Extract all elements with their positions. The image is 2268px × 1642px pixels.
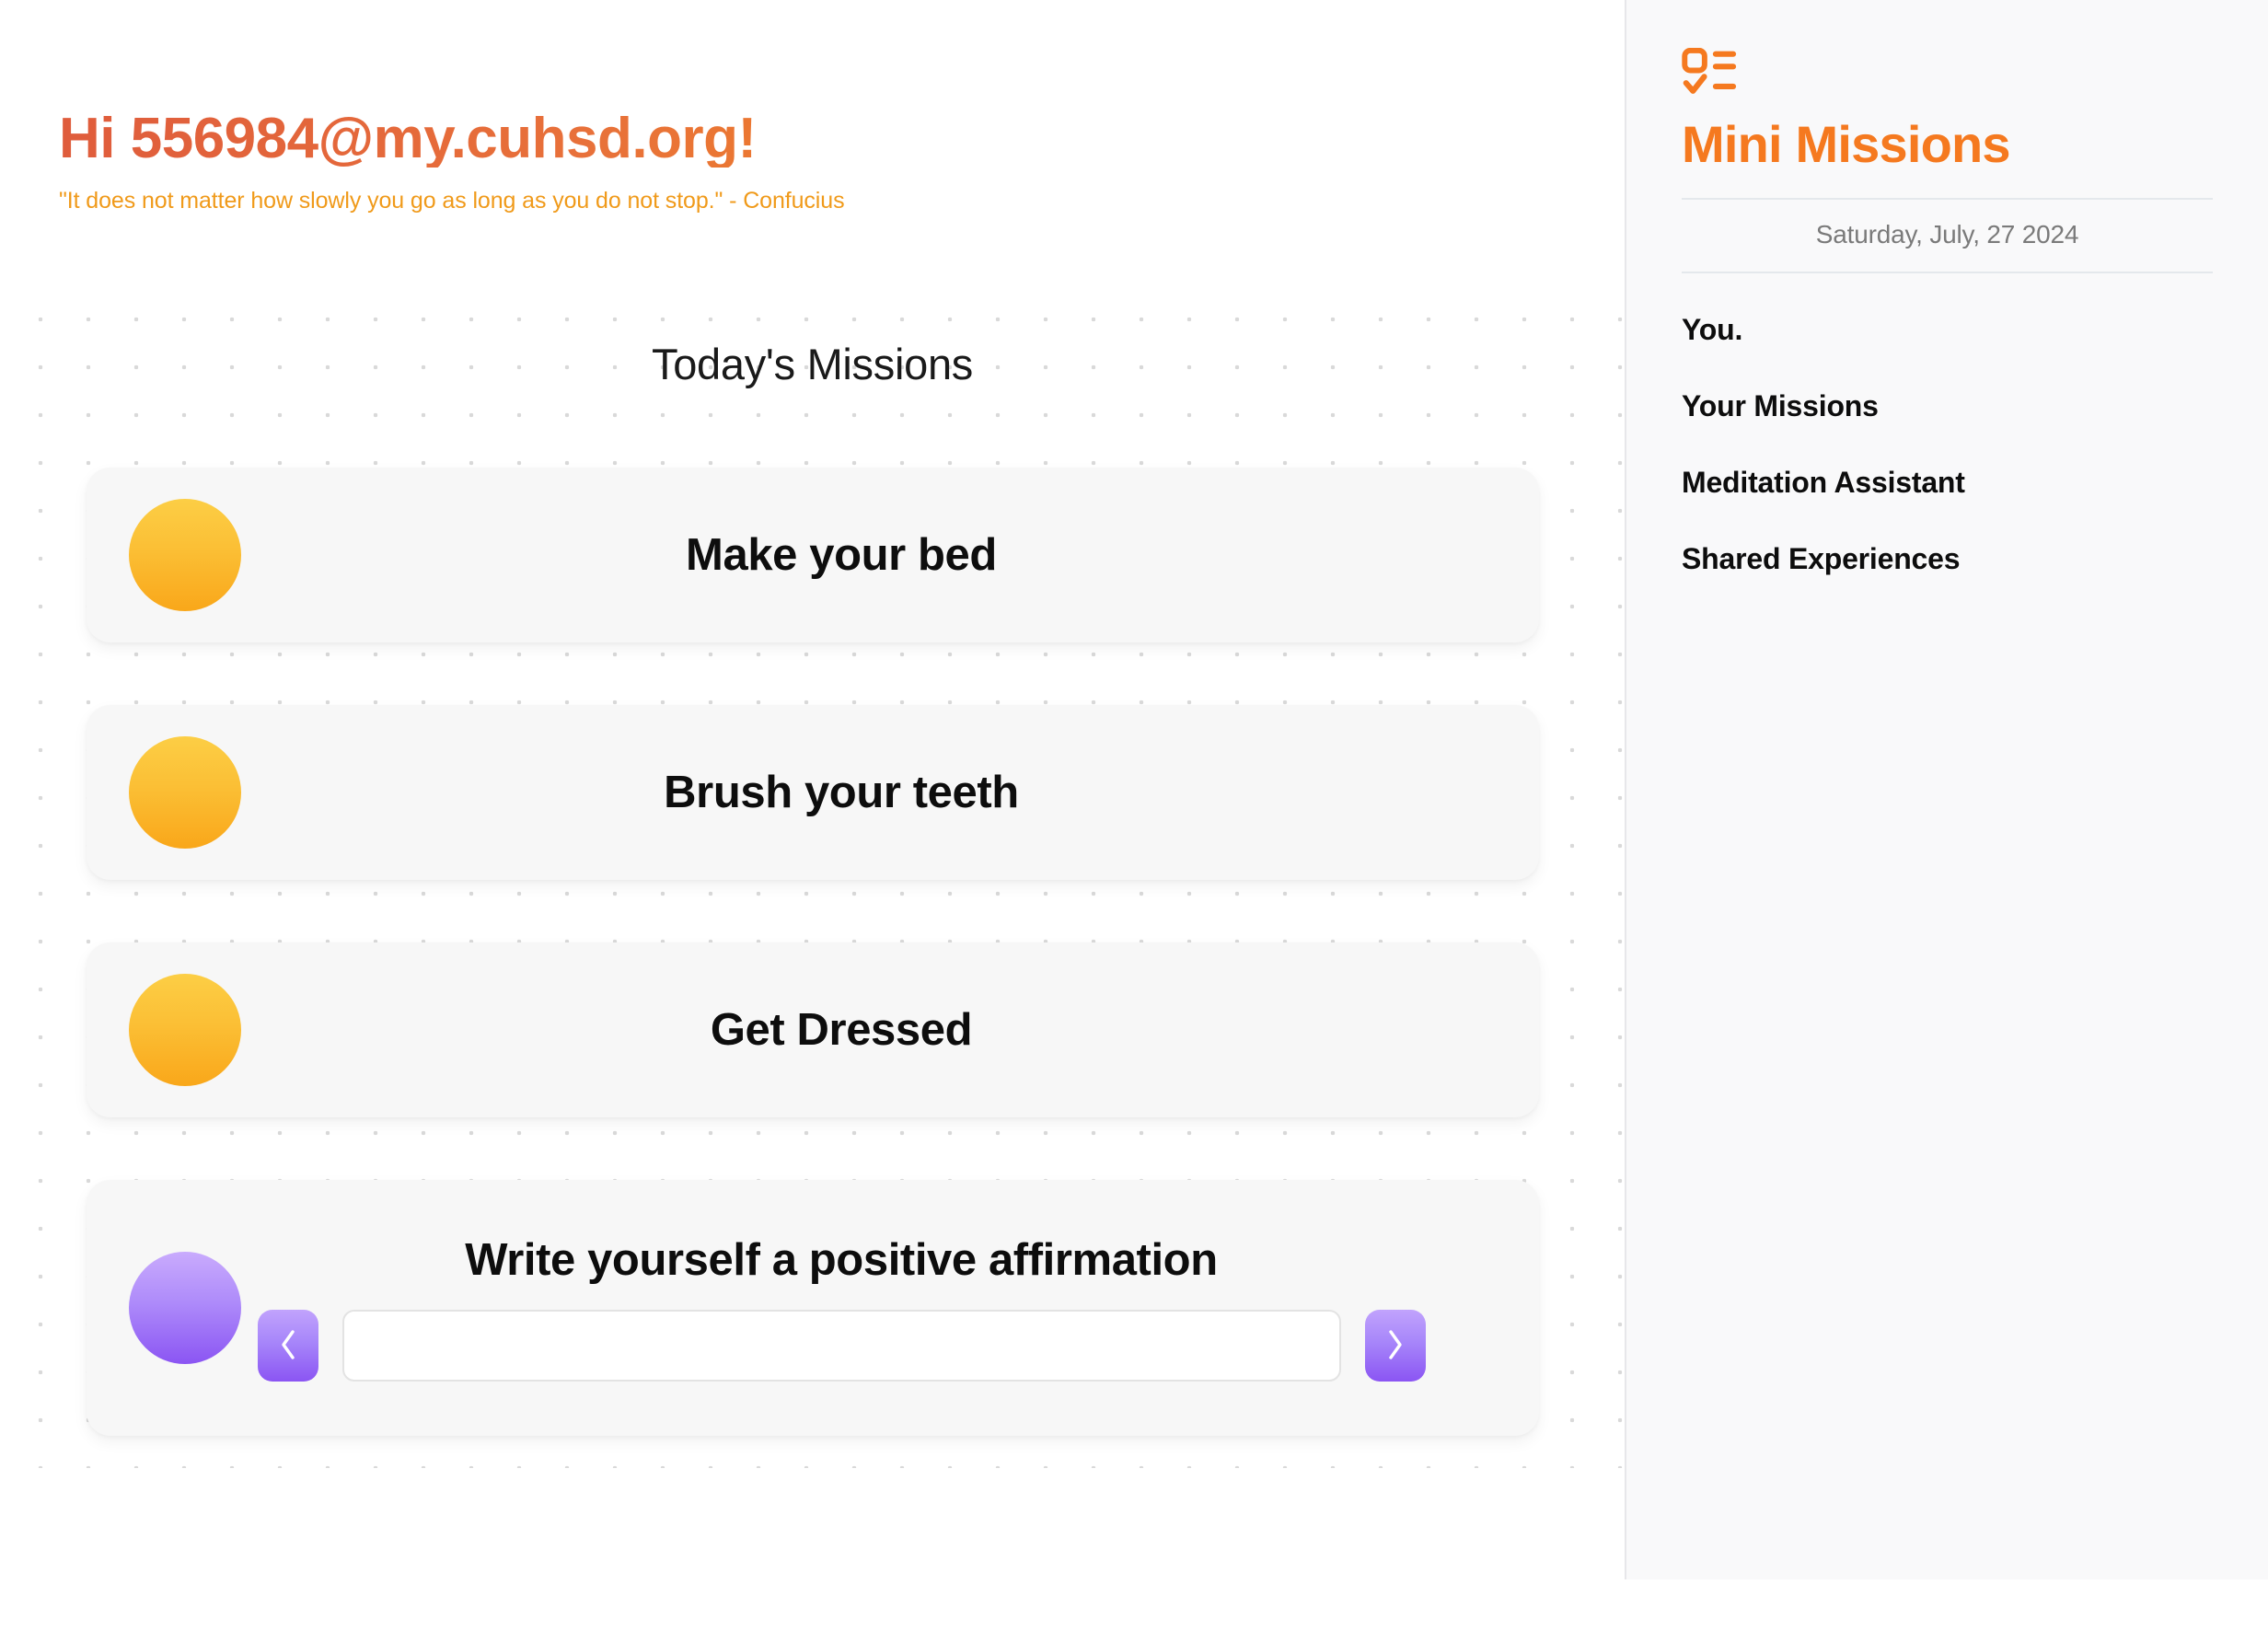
next-affirmation-button[interactable] — [1364, 1310, 1426, 1382]
chevron-right-icon — [1388, 1330, 1402, 1359]
mission-body: Make your bed — [241, 529, 1502, 582]
main-content: Hi 556984@my.cuhsd.org! "It does not mat… — [0, 0, 1625, 1642]
mission-title: Brush your teeth — [664, 767, 1019, 817]
list-checks-icon — [1682, 48, 1737, 94]
mission-body: Brush your teeth — [241, 767, 1502, 819]
mission-card[interactable]: Make your bed — [87, 468, 1539, 642]
mission-status-circle[interactable] — [129, 974, 241, 1086]
mission-card[interactable]: Brush your teeth — [87, 705, 1539, 880]
greeting-heading: Hi 556984@my.cuhsd.org! — [59, 110, 1568, 168]
brand-title: Mini Missions — [1682, 115, 2011, 173]
mission-title: Get Dressed — [710, 1004, 973, 1055]
sidebar-item-shared-experiences[interactable]: Shared Experiences — [1682, 541, 2213, 577]
chevron-left-icon — [281, 1330, 295, 1359]
sidebar-nav: You. Your Missions Meditation Assistant … — [1682, 312, 2213, 577]
app-root: Hi 556984@my.cuhsd.org! "It does not mat… — [0, 0, 2268, 1642]
mission-body: Get Dressed — [241, 1004, 1502, 1057]
mission-status-circle[interactable] — [129, 1252, 241, 1364]
motivational-quote: "It does not matter how slowly you go as… — [59, 188, 845, 214]
mission-title: Make your bed — [686, 529, 997, 580]
mission-status-circle[interactable] — [129, 499, 241, 611]
sidebar-item-you[interactable]: You. — [1682, 312, 2213, 348]
mission-title: Write yourself a positive affirmation — [465, 1234, 1218, 1285]
sidebar-item-meditation-assistant[interactable]: Meditation Assistant — [1682, 465, 2068, 501]
affirmation-row — [250, 1310, 1432, 1382]
current-date: Saturday, July, 27 2024 — [1682, 197, 2213, 273]
mission-card[interactable]: Write yourself a positive affirmation — [87, 1180, 1539, 1436]
affirmation-input[interactable] — [341, 1310, 1341, 1382]
missions-list: Make your bed Brush your teeth Get Dress… — [87, 468, 1539, 1436]
previous-affirmation-button[interactable] — [257, 1310, 318, 1382]
mission-card[interactable]: Get Dressed — [87, 942, 1539, 1117]
sidebar: Mini Missions Saturday, July, 27 2024 Yo… — [1625, 0, 2268, 1579]
mission-body: Write yourself a positive affirmation — [241, 1234, 1502, 1382]
greeting-block: Hi 556984@my.cuhsd.org! "It does not mat… — [59, 110, 1568, 214]
sidebar-item-your-missions[interactable]: Your Missions — [1682, 388, 2213, 424]
page-title: Today's Missions — [652, 340, 973, 388]
mission-status-circle[interactable] — [129, 736, 241, 849]
